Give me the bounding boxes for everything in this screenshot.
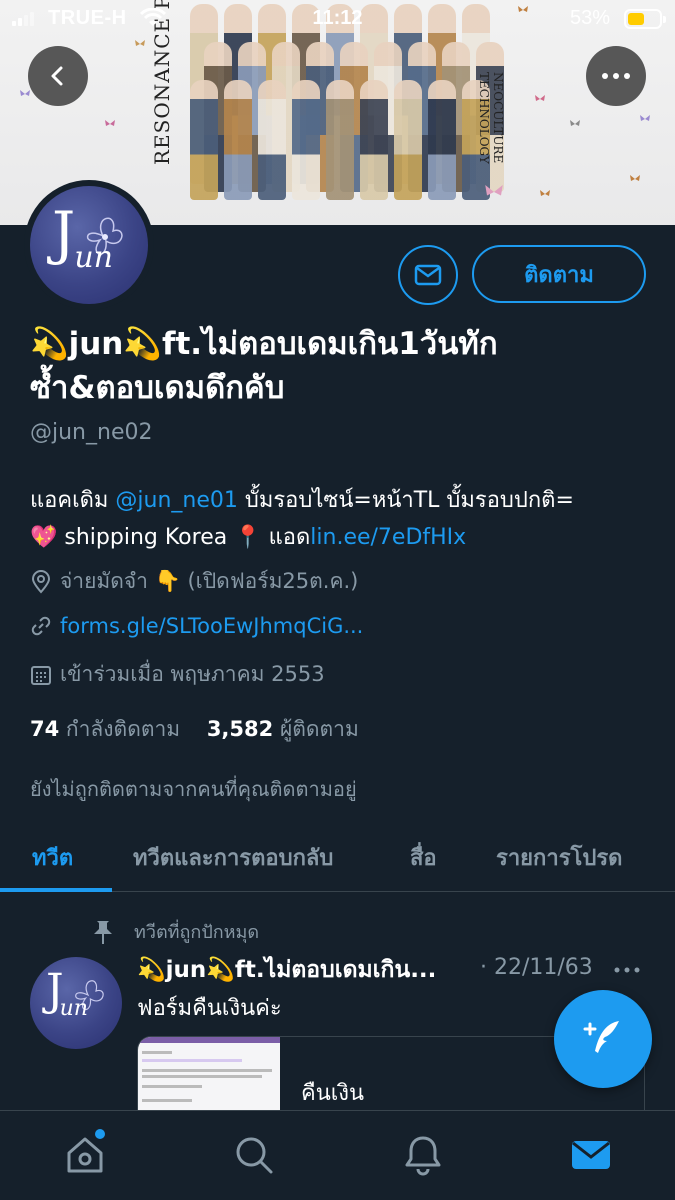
chevron-left-icon <box>51 66 63 86</box>
calendar-icon <box>31 665 51 685</box>
pinned-label: ทวีตที่ถูกปักหมุด <box>134 922 260 943</box>
more-horizontal-icon <box>602 73 630 79</box>
nav-notifications[interactable] <box>401 1133 445 1177</box>
more-horizontal-icon <box>614 967 640 973</box>
battery-icon <box>624 9 666 29</box>
bio-text: 💖 shipping Korea 📍 แอด <box>30 525 311 550</box>
website-link[interactable]: forms.gle/SLTooEwJhmqCiG... <box>60 614 363 638</box>
followers-count: 3,582 <box>206 717 274 741</box>
notifications-icon <box>405 1136 441 1176</box>
not-followed-note: ยังไม่ถูกติดตามจากคนที่คุณติดตามอยู่ <box>30 777 357 801</box>
search-icon <box>236 1137 273 1174</box>
back-button[interactable] <box>28 46 88 106</box>
bottom-navigation <box>0 1110 675 1200</box>
tab-media[interactable]: สื่อ <box>410 840 437 875</box>
battery-level-fill <box>628 13 644 25</box>
tab-likes[interactable]: รายการโปรด <box>496 840 622 875</box>
profile-avatar-container[interactable]: J un <box>24 180 154 310</box>
envelope-icon <box>414 264 442 286</box>
nav-messages[interactable] <box>569 1133 613 1177</box>
link-preview-thumbnail <box>138 1037 280 1116</box>
profile-tabs: ทวีต ทวีตและการตอบกลับ สื่อ รายการโปรด <box>0 820 675 892</box>
bio-mention-link[interactable]: @jun_ne01 <box>115 488 237 513</box>
profile-bio: แอคเดิม @jun_ne01 บั้มรอบไซน์=หน้าTL บั้… <box>30 482 650 556</box>
nav-search[interactable] <box>232 1133 276 1177</box>
tab-tweets[interactable]: ทวีต <box>32 840 73 875</box>
location-text: จ่ายมัดจำ 👇 (เปิดฟอร์ม25ต.ค.) <box>60 569 359 593</box>
butterfly-icon <box>20 90 30 96</box>
avatar-initial: J <box>52 199 76 267</box>
following-link[interactable]: 74 กำลังติดตาม <box>30 717 180 741</box>
avatar-text: un <box>59 996 88 1021</box>
link-icon <box>31 616 51 636</box>
following-label: กำลังติดตาม <box>65 717 181 741</box>
banner-figure <box>360 80 388 200</box>
followers-label: ผู้ติดตาม <box>279 717 359 741</box>
link-preview-title: คืนเงิน <box>301 1081 365 1106</box>
following-count: 74 <box>30 717 60 741</box>
banner-figure <box>190 80 218 200</box>
display-name-line1: 💫jun💫ft.ไม่ตอบเดมเกิน1วันทัก <box>30 326 498 362</box>
banner-figure <box>326 80 354 200</box>
follow-counts: 74 กำลังติดตาม 3,582 ผู้ติดตาม <box>30 713 359 746</box>
compose-tweet-button[interactable] <box>554 990 652 1088</box>
followers-link[interactable]: 3,582 ผู้ติดตาม <box>207 717 359 741</box>
profile-display-name: 💫jun💫ft.ไม่ตอบเดมเกิน1วันทัก ซ้ำ&ตอบเดมด… <box>30 322 630 410</box>
banner-group-name-line2: TECHNOLOGY <box>477 72 491 164</box>
butterfly-icon <box>485 185 503 196</box>
butterfly-icon <box>105 120 115 126</box>
butterfly-icon <box>135 40 145 46</box>
butterfly-icon <box>570 120 580 126</box>
butterfly-icon <box>535 95 545 101</box>
banner-figure <box>224 80 252 200</box>
tab-tweets-and-replies[interactable]: ทวีตและการตอบกลับ <box>133 840 333 875</box>
butterfly-icon <box>630 175 640 181</box>
battery-percentage: 53% <box>570 7 611 29</box>
bio-text: แอคเดิม <box>30 488 116 513</box>
profile-location: จ่ายมัดจำ 👇 (เปิดฟอร์ม25ต.ค.) <box>30 565 358 598</box>
pin-icon <box>94 920 112 944</box>
tweet-more-button[interactable] <box>614 955 640 980</box>
avatar-text: un <box>74 240 114 275</box>
more-options-button[interactable] <box>586 46 646 106</box>
bio-url-link[interactable]: lin.ee/7eDfHIx <box>310 525 466 550</box>
avatar-monogram: J un <box>52 204 119 275</box>
profile-handle: @jun_ne02 <box>30 420 153 445</box>
status-bar: TRUE-H 11:12 53% <box>0 0 675 40</box>
new-content-dot <box>95 1129 105 1139</box>
messages-icon <box>572 1141 610 1169</box>
butterfly-icon <box>640 115 650 121</box>
home-icon <box>67 1137 103 1173</box>
banner-figure <box>394 80 422 200</box>
active-tab-indicator <box>0 888 112 892</box>
follow-button[interactable]: ติดตาม <box>472 245 646 303</box>
join-date-text: เข้าร่วมเมื่อ พฤษภาคม 2553 <box>60 662 325 686</box>
compose-tweet-icon <box>583 1021 619 1053</box>
banner-figure <box>428 80 456 200</box>
location-pin-icon <box>31 569 51 594</box>
bio-text: บั้มรอบไซน์=หน้าTL บั้มรอบปกติ= <box>237 488 574 513</box>
avatar-monogram: Jun <box>46 969 92 1022</box>
pinned-indicator: ทวีตที่ถูกปักหมุด <box>92 917 259 946</box>
banner-group-name: NEOCULTURE TECHNOLOGY <box>477 72 505 164</box>
nav-home[interactable] <box>63 1129 107 1177</box>
tweet-date: · 22/11/63 <box>480 955 593 980</box>
profile-website[interactable]: forms.gle/SLTooEwJhmqCiG... <box>30 614 363 638</box>
banner-group-name-line1: NEOCULTURE <box>491 72 505 164</box>
profile-join-date: เข้าร่วมเมื่อ พฤษภาคม 2553 <box>30 658 325 691</box>
banner-figure <box>258 80 286 200</box>
tweet-author-avatar[interactable]: Jun <box>30 957 122 1049</box>
display-name-line2: ซ้ำ&ตอบเดมดึกคับ <box>30 370 285 406</box>
tweet-text: ฟอร์มคืนเงินค่ะ <box>137 996 282 1021</box>
avatar[interactable]: J un <box>30 186 148 304</box>
banner-figure <box>292 80 320 200</box>
butterfly-icon <box>540 190 550 196</box>
direct-message-button[interactable] <box>398 245 458 305</box>
